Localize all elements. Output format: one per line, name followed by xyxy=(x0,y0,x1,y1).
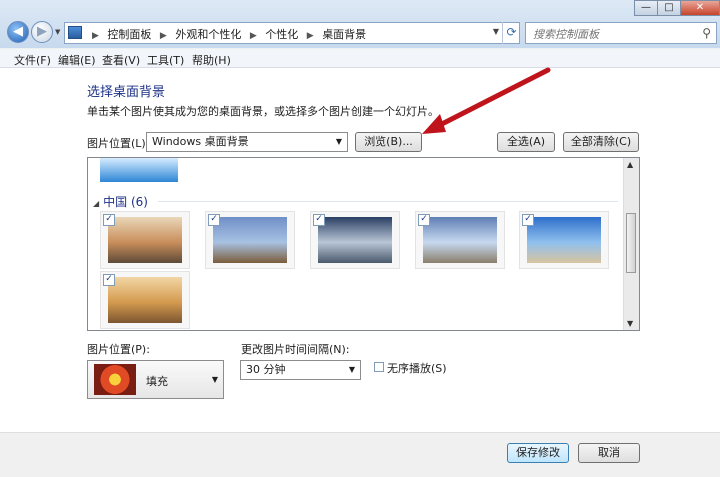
wallpaper-image xyxy=(108,277,182,323)
wallpaper-checkbox[interactable]: ✓ xyxy=(418,214,430,226)
wallpaper-gallery[interactable]: ◢ 中国 (6) ✓ ✓ ✓ ✓ ✓ ✓ ▲ ▼ xyxy=(87,157,640,331)
breadcrumb-separator-icon[interactable]: ▶ xyxy=(250,31,257,41)
control-panel-icon xyxy=(68,26,82,39)
picture-position-value: 填充 xyxy=(146,375,168,388)
cancel-button[interactable]: 取消 xyxy=(578,443,640,463)
wallpaper-image xyxy=(527,217,601,263)
breadcrumb-desktop-background[interactable]: 桌面背景 xyxy=(322,28,366,41)
shuffle-checkbox[interactable] xyxy=(374,362,384,372)
group-divider xyxy=(158,201,618,202)
checkmark-icon: ✓ xyxy=(105,274,113,284)
wallpaper-checkbox[interactable]: ✓ xyxy=(208,214,220,226)
scrollbar-thumb[interactable] xyxy=(626,213,636,273)
back-button[interactable]: ◀ xyxy=(7,21,29,43)
wallpaper-thumbnail-stone-bridge[interactable]: ✓ xyxy=(100,271,190,329)
maximize-button[interactable]: □ xyxy=(657,0,681,16)
save-changes-button[interactable]: 保存修改 xyxy=(507,443,569,463)
flower-preview-icon xyxy=(94,364,136,395)
group-label: 中国 (6) xyxy=(103,195,148,209)
address-bar[interactable]: ▶ 控制面板 ▶ 外观和个性化 ▶ 个性化 ▶ 桌面背景 ▼ xyxy=(64,22,520,44)
wallpaper-checkbox[interactable]: ✓ xyxy=(103,274,115,286)
checkmark-icon: ✓ xyxy=(420,214,428,224)
search-input[interactable] xyxy=(531,24,695,44)
interval-label: 更改图片时间间隔(N): xyxy=(241,343,350,356)
picture-location-select[interactable]: Windows 桌面背景 ▼ xyxy=(146,132,348,152)
close-button[interactable]: ✕ xyxy=(680,0,720,16)
select-all-button[interactable]: 全选(A) xyxy=(497,132,555,152)
clear-all-button[interactable]: 全部清除(C) xyxy=(563,132,639,152)
search-icon[interactable]: ⚲ xyxy=(702,26,711,40)
breadcrumb-separator-icon[interactable]: ▶ xyxy=(160,31,167,41)
chevron-down-icon: ▼ xyxy=(335,137,342,146)
wallpaper-checkbox[interactable]: ✓ xyxy=(313,214,325,226)
menu-edit[interactable]: 编辑(E) xyxy=(58,52,96,68)
menu-file[interactable]: 文件(F) xyxy=(14,52,51,68)
menu-view[interactable]: 查看(V) xyxy=(102,52,140,68)
shuffle-label[interactable]: 无序播放(S) xyxy=(387,360,447,376)
breadcrumb-personalization[interactable]: 个性化 xyxy=(265,28,298,41)
interval-value: 30 分钟 xyxy=(246,363,286,376)
refresh-icon: ⟳ xyxy=(506,25,517,39)
wallpaper-thumbnail-rocky-peaks[interactable]: ✓ xyxy=(310,211,400,269)
forward-arrow-icon: ▶ xyxy=(37,24,47,39)
page-description: 单击某个图片使其成为您的桌面背景，或选择多个图片创建一个幻灯片。 xyxy=(87,105,439,118)
checkmark-icon: ✓ xyxy=(524,214,532,224)
title-bar: — □ ✕ ◀ ▶ ▼ ▶ 控制面板 ▶ 外观和个性化 ▶ 个性化 ▶ 桌面背景… xyxy=(0,0,720,48)
chevron-down-icon: ▼ xyxy=(348,365,355,374)
minimize-button[interactable]: — xyxy=(634,0,658,16)
checkmark-icon: ✓ xyxy=(105,214,113,224)
search-box[interactable]: ⚲ xyxy=(525,22,717,44)
picture-location-label: 图片位置(L): xyxy=(87,137,150,150)
wallpaper-checkbox[interactable]: ✓ xyxy=(103,214,115,226)
chevron-down-icon: ▼ xyxy=(211,375,218,384)
wallpaper-thumbnail-great-wall[interactable]: ✓ xyxy=(205,211,295,269)
address-dropdown-icon[interactable]: ▼ xyxy=(493,27,499,36)
page-title: 选择桌面背景 xyxy=(87,85,166,100)
collapse-triangle-icon[interactable]: ◢ xyxy=(93,199,99,208)
wallpaper-image xyxy=(108,217,182,263)
wallpaper-image xyxy=(213,217,287,263)
wallpaper-image xyxy=(423,217,497,263)
breadcrumb-separator-icon[interactable]: ▶ xyxy=(307,31,314,41)
recent-pages-dropdown-icon[interactable]: ▼ xyxy=(55,28,60,36)
refresh-button[interactable]: ⟳ xyxy=(502,22,520,44)
wallpaper-checkbox[interactable]: ✓ xyxy=(522,214,534,226)
interval-select[interactable]: 30 分钟 ▼ xyxy=(240,360,361,380)
wallpaper-thumbnail-terraced-fields[interactable]: ✓ xyxy=(415,211,505,269)
gallery-scrollbar[interactable]: ▲ ▼ xyxy=(623,158,639,330)
picture-location-value: Windows 桌面背景 xyxy=(152,135,249,148)
picture-position-select[interactable]: 填充 ▼ xyxy=(87,360,224,399)
wallpaper-thumbnail-karst-river[interactable]: ✓ xyxy=(100,211,190,269)
wallpaper-thumbnail-sand-dunes[interactable]: ✓ xyxy=(519,211,609,269)
menu-tools[interactable]: 工具(T) xyxy=(147,52,184,68)
wallpaper-image xyxy=(318,217,392,263)
breadcrumb-appearance[interactable]: 外观和个性化 xyxy=(175,28,241,41)
picture-position-label: 图片位置(P): xyxy=(87,343,150,356)
forward-button[interactable]: ▶ xyxy=(31,21,53,43)
scroll-up-icon[interactable]: ▲ xyxy=(627,160,633,169)
checkmark-icon: ✓ xyxy=(315,214,323,224)
browse-button[interactable]: 浏览(B)... xyxy=(355,132,422,152)
checkmark-icon: ✓ xyxy=(210,214,218,224)
breadcrumb-separator-icon[interactable]: ▶ xyxy=(92,31,99,41)
group-header[interactable]: ◢ 中国 (6) xyxy=(93,193,148,210)
breadcrumb-control-panel[interactable]: 控制面板 xyxy=(107,28,151,41)
breadcrumb: ▶ 控制面板 ▶ 外观和个性化 ▶ 个性化 ▶ 桌面背景 xyxy=(87,26,366,42)
previous-group-thumbnail[interactable] xyxy=(100,158,178,182)
menu-help[interactable]: 帮助(H) xyxy=(192,52,231,68)
back-arrow-icon: ◀ xyxy=(13,24,23,39)
scroll-down-icon[interactable]: ▼ xyxy=(627,319,633,328)
menu-bar: 文件(F) 编辑(E) 查看(V) 工具(T) 帮助(H) xyxy=(0,49,720,68)
